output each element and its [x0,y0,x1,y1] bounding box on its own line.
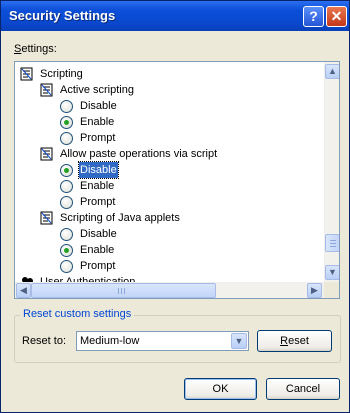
reset-button[interactable]: Reset [257,330,332,352]
script-settings-icon [40,147,53,161]
horizontal-scroll-thumb[interactable] [31,283,216,298]
horizontal-scrollbar[interactable]: ◀ ▶ [15,282,324,298]
radio-button[interactable] [60,196,73,209]
script-settings-icon [20,67,33,81]
scroll-up-button[interactable]: ▲ [325,64,339,79]
reset-level-value: Medium-low [80,335,140,347]
title-bar[interactable]: Security Settings ? ✕ [1,1,349,31]
reset-level-select[interactable]: Medium-low ▼ [76,331,249,351]
script-settings-icon [40,83,53,97]
ok-button[interactable]: OK [184,378,257,400]
radio-button[interactable] [60,260,73,273]
reset-group-title: Reset custom settings [20,308,135,320]
radio-button[interactable] [60,100,73,113]
help-button[interactable]: ? [303,6,324,27]
scroll-right-button[interactable]: ▶ [307,283,322,298]
security-settings-dialog: Security Settings ? ✕ Settings: Scriptin… [0,0,350,413]
scrollbar-corner [324,282,339,298]
window-title: Security Settings [9,8,116,23]
radio-button-selected[interactable] [60,244,73,257]
selected-item-highlight: Disable [78,161,119,179]
settings-label: Settings: [14,43,57,55]
reset-to-label: Reset to: [22,335,67,347]
scroll-left-button[interactable]: ◀ [16,283,31,298]
close-button[interactable]: ✕ [326,6,347,27]
radio-button[interactable] [60,228,73,241]
cancel-button[interactable]: Cancel [266,378,340,400]
scroll-down-button[interactable]: ▼ [325,265,339,280]
radio-button[interactable] [60,180,73,193]
chevron-down-icon[interactable]: ▼ [231,333,247,349]
vertical-scrollbar[interactable]: ▲ ▼ [324,62,339,282]
script-settings-icon [40,211,53,225]
radio-button-selected[interactable] [60,164,73,177]
settings-tree[interactable]: Scripting Active scripting Disable Enabl… [14,61,340,299]
vertical-scroll-thumb[interactable] [325,234,339,252]
radio-button-selected[interactable] [60,116,73,129]
radio-button[interactable] [60,132,73,145]
